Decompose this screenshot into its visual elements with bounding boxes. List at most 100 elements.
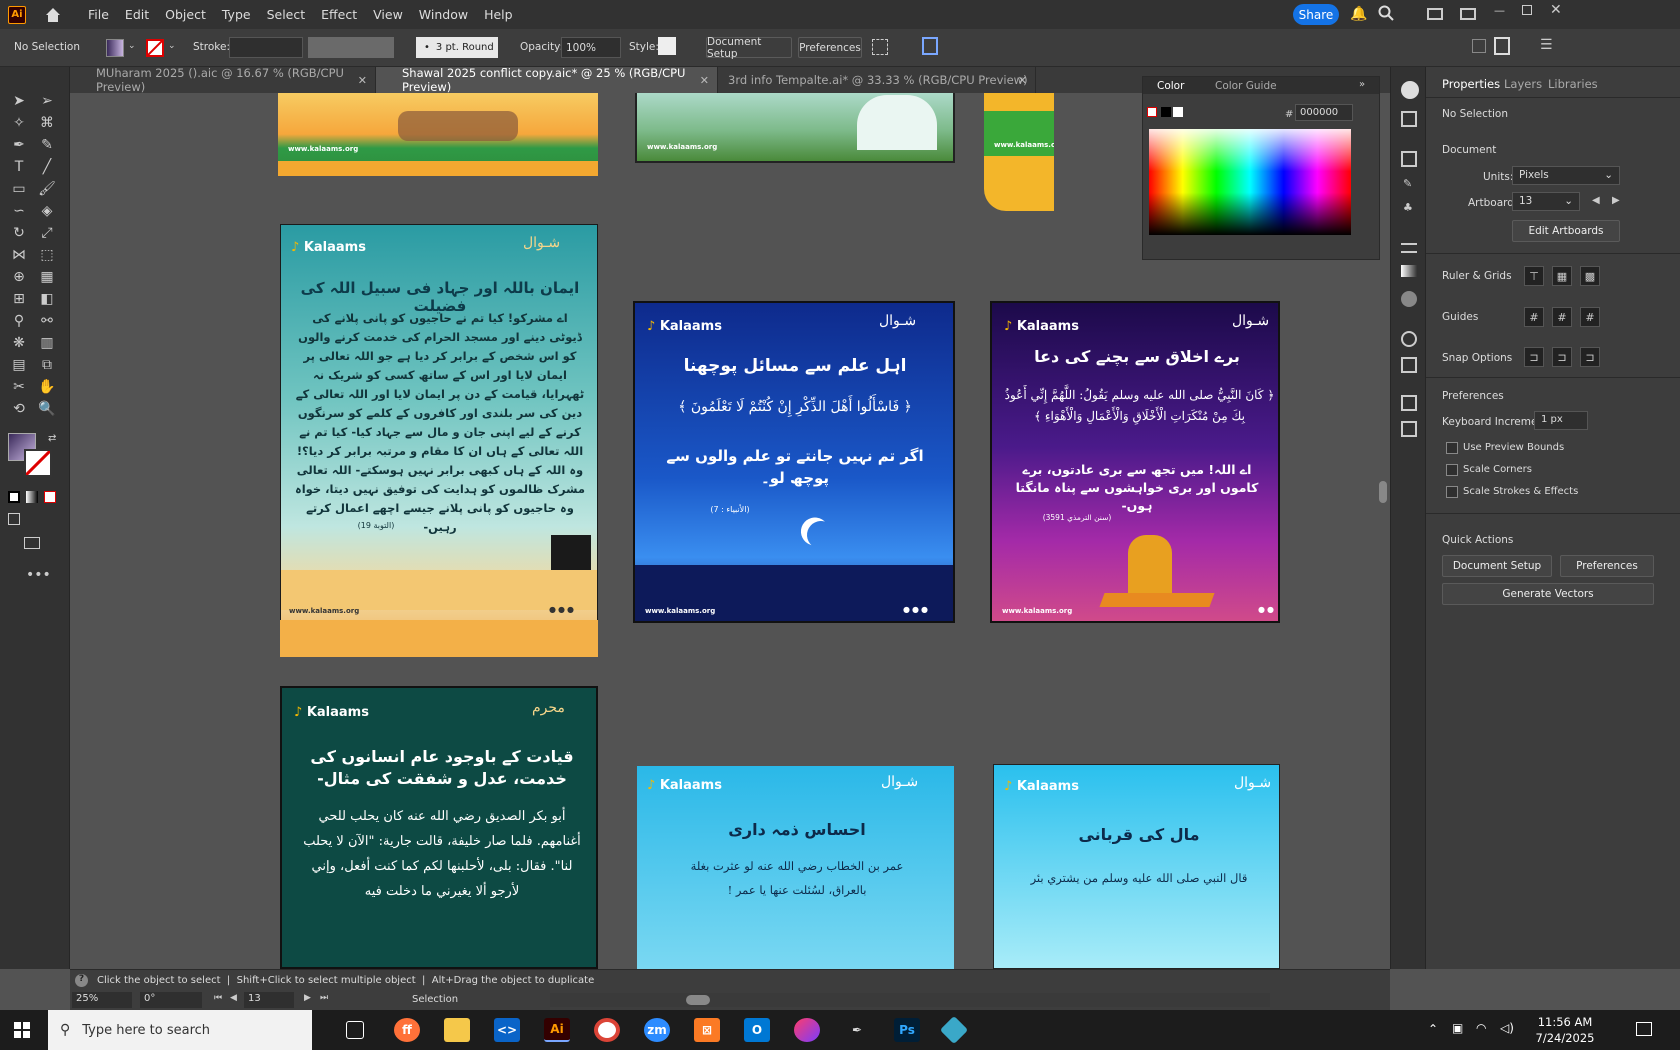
fill-swatch[interactable]	[106, 39, 124, 57]
home-icon[interactable]	[44, 6, 62, 24]
recolor-icon[interactable]	[922, 37, 938, 55]
horizontal-scrollbar[interactable]	[550, 993, 1270, 1007]
rotate-tool-icon[interactable]: ↻	[8, 223, 30, 243]
rectangle-tool-icon[interactable]: ▭	[8, 179, 30, 199]
scale-corners-checkbox[interactable]	[1446, 464, 1458, 476]
photoshop-icon[interactable]: Ps	[894, 1018, 920, 1042]
style-swatch[interactable]	[658, 37, 676, 55]
tray-chevron-icon[interactable]: ⌃	[1428, 1022, 1438, 1036]
clock[interactable]: 11:56 AM 7/24/2025	[1530, 1014, 1600, 1046]
keyboard-increment-input[interactable]: 1 px	[1534, 411, 1588, 430]
close-tab-icon[interactable]: ✕	[358, 74, 367, 87]
windows-start-icon[interactable]	[14, 1022, 30, 1038]
symbols-icon[interactable]: ♣	[1403, 201, 1413, 214]
artboard-iman-jihad[interactable]: ♪ Kalaams شـوال ایمان باللہ اور جہاد فی …	[280, 224, 598, 657]
color-panel-icon[interactable]	[1401, 81, 1419, 99]
blend-tool-icon[interactable]: ⚯	[36, 311, 58, 331]
gradient-mode-icon[interactable]	[26, 491, 38, 503]
zoom-tool-icon[interactable]: 🔍	[36, 399, 58, 419]
more-tools-icon[interactable]: •••	[26, 567, 51, 583]
menu-window[interactable]: Window	[411, 7, 476, 22]
color-spectrum[interactable]	[1149, 129, 1351, 235]
generate-vectors-button[interactable]: Generate Vectors	[1442, 583, 1654, 605]
paintbrush-tool-icon[interactable]: 🖌	[36, 179, 58, 199]
zoom-app-icon[interactable]: zm	[644, 1018, 670, 1042]
stroke-swatch[interactable]	[146, 39, 164, 57]
rotation-dropdown[interactable]: 0°	[140, 992, 202, 1008]
selection-tool-icon[interactable]: ➤	[8, 91, 30, 111]
tab-color[interactable]: Color	[1157, 80, 1184, 92]
screen-mode-icon[interactable]	[24, 537, 40, 549]
artboard-bure-akhlaq[interactable]: ♪ Kalaams شـوال برے اخلاق سے بچنے کی دعا…	[990, 301, 1280, 623]
menu-select[interactable]: Select	[259, 7, 314, 22]
task-view-icon[interactable]	[346, 1021, 364, 1039]
next-artboard-icon[interactable]: ▶	[1612, 195, 1620, 206]
gradient-tool-icon[interactable]: ◧	[36, 289, 58, 309]
artboard-ehsas[interactable]: ♪ Kalaams شـوال احساس ذمہ داری عمر بن ال…	[637, 766, 954, 969]
direct-selection-tool-icon[interactable]: ➢	[36, 91, 58, 111]
quick-document-setup-button[interactable]: Document Setup	[1442, 555, 1552, 577]
artboard-nav-dropdown[interactable]: 13	[244, 992, 294, 1008]
hex-input[interactable]: 000000	[1295, 104, 1353, 121]
first-artboard-icon[interactable]: ⏮	[214, 993, 222, 1003]
free-transform-icon[interactable]: ⬚	[36, 245, 58, 265]
graph-tool-icon[interactable]: ▤	[8, 355, 30, 375]
shape-builder-icon[interactable]: ⊕	[8, 267, 30, 287]
panel-menu-icon[interactable]: ☰	[1540, 37, 1553, 53]
color-mode-icon[interactable]	[8, 491, 20, 503]
menu-object[interactable]: Object	[157, 7, 214, 22]
none-mode-icon[interactable]	[44, 491, 56, 503]
hand-tool-icon[interactable]: ✋	[36, 377, 58, 397]
minimize-icon[interactable]: —	[1494, 4, 1505, 17]
scale-strokes-checkbox[interactable]	[1446, 486, 1458, 498]
arrange-docs-icon[interactable]	[1472, 39, 1486, 53]
variable-width-dropdown[interactable]	[308, 37, 394, 58]
white-swatch[interactable]	[1173, 107, 1183, 117]
artboard-tool-icon[interactable]: ⧉	[36, 355, 58, 375]
scale-tool-icon[interactable]: ⤢	[36, 223, 58, 243]
tab-libraries[interactable]: Libraries	[1548, 77, 1598, 91]
volume-icon[interactable]: ◁)	[1500, 1021, 1514, 1035]
preferences-button[interactable]: Preferences	[798, 37, 862, 58]
use-preview-bounds-checkbox[interactable]	[1446, 442, 1458, 454]
gradient-panel-icon[interactable]	[1401, 265, 1417, 277]
menu-view[interactable]: View	[365, 7, 411, 22]
eraser-tool-icon[interactable]: ◈	[36, 201, 58, 221]
restore-icon[interactable]	[1522, 5, 1532, 15]
creative-cloud-icon[interactable]	[794, 1018, 820, 1042]
chevron-down-icon[interactable]: ⌄	[168, 41, 176, 51]
slice-tool-icon[interactable]: ✂	[8, 377, 30, 397]
search-icon[interactable]	[1378, 5, 1394, 24]
snap-point-icon[interactable]: ⊐	[1524, 347, 1544, 367]
tab-properties[interactable]: Properties	[1442, 77, 1500, 91]
share-button[interactable]: Share	[1293, 4, 1339, 25]
bell-icon[interactable]: 🔔	[1350, 6, 1367, 22]
opacity-input[interactable]: 100%	[561, 37, 621, 58]
firefox-icon[interactable]: ff	[394, 1018, 420, 1042]
chrome-icon[interactable]	[594, 1018, 620, 1042]
transparency-grid-icon[interactable]: ▩	[1580, 266, 1600, 286]
brushes-icon[interactable]: ✎	[1403, 177, 1412, 190]
prev-artboard-icon[interactable]: ◀	[1592, 195, 1600, 206]
illustrator-taskbar-icon[interactable]: Ai	[544, 1018, 570, 1042]
column-graph-icon[interactable]: ▥	[36, 333, 58, 353]
libraries-icon[interactable]	[1401, 151, 1417, 167]
workspace-icon[interactable]	[1427, 8, 1443, 20]
magic-wand-icon[interactable]: ✧	[8, 113, 30, 133]
tab-layers[interactable]: Layers	[1504, 77, 1542, 91]
align-icon[interactable]	[872, 39, 888, 55]
appearance-icon[interactable]	[1401, 111, 1417, 127]
transparency-icon[interactable]	[1401, 291, 1417, 307]
brush-dropdown[interactable]: • 3 pt. Round	[416, 37, 498, 58]
artboard-ahl-ilm[interactable]: ♪ Kalaams شـوال اہل علم سے مسائل پوچھنا …	[633, 301, 955, 623]
graphic-styles-icon[interactable]	[1401, 331, 1417, 347]
close-icon[interactable]: ✕	[1550, 2, 1562, 18]
lock-guides-icon[interactable]: #	[1552, 307, 1572, 327]
stroke-weight-stepper[interactable]	[229, 37, 303, 58]
perspective-grid-icon[interactable]: ▦	[36, 267, 58, 287]
edit-artboards-button[interactable]: Edit Artboards	[1512, 220, 1620, 242]
stroke-panel-icon[interactable]	[1401, 243, 1417, 253]
none-swatch[interactable]	[1147, 107, 1157, 117]
panel-collapse-icon[interactable]: »	[1359, 79, 1365, 90]
quick-preferences-button[interactable]: Preferences	[1560, 555, 1654, 577]
